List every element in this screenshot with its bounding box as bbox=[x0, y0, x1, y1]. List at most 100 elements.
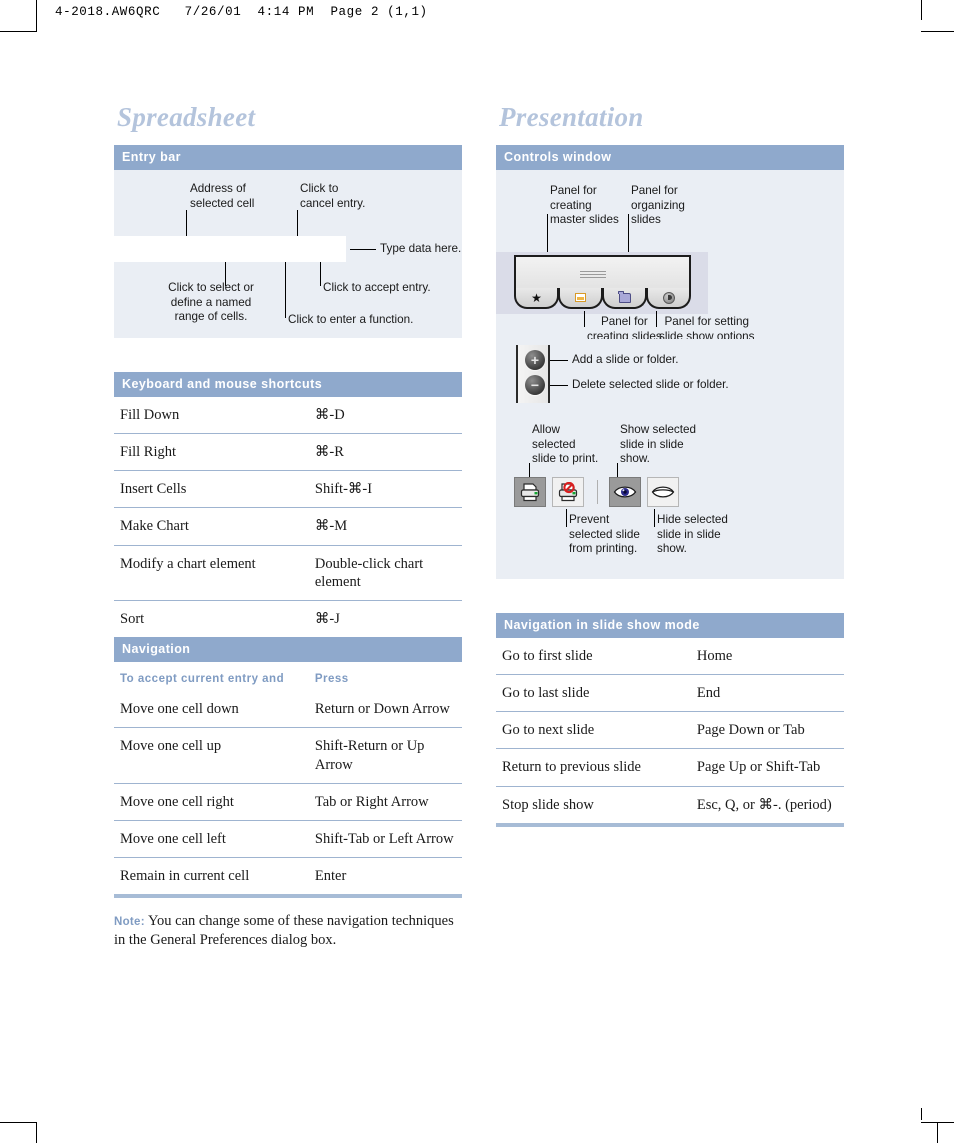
callout-delete-slide-or-folder: Delete selected slide or folder. bbox=[572, 378, 729, 391]
table-bottom-rule bbox=[496, 822, 844, 827]
right-column: Presentation Controls window Panel for c… bbox=[496, 104, 844, 827]
table-row: Move one cell left Shift-Tab or Left Arr… bbox=[114, 820, 462, 858]
shortcut-action: Sort bbox=[120, 610, 145, 627]
leader-cancel bbox=[297, 210, 298, 236]
controls-window-section: Controls window Panel for creating maste… bbox=[496, 145, 844, 579]
create-slides-tab[interactable] bbox=[558, 288, 603, 309]
navigation-section: Navigation To accept current entry and P… bbox=[114, 636, 462, 898]
navigation-table: To accept current entry and Press Move o… bbox=[114, 662, 462, 894]
print-slug: 4-2018.AW6QRC 7/26/01 4:14 PM Page 2 (1,… bbox=[55, 5, 428, 19]
slideshow-navigation-section: Navigation in slide show mode Go to firs… bbox=[496, 613, 844, 827]
slideshow-action: Stop slide show bbox=[502, 796, 594, 813]
show-slide-button[interactable] bbox=[609, 477, 641, 507]
column-header-action: To accept current entry and bbox=[120, 672, 285, 685]
entry-bar-section: Entry bar Address of selected cell Click… bbox=[114, 145, 462, 338]
printer-blocked-icon bbox=[558, 482, 578, 502]
slideshow-action: Go to last slide bbox=[496, 674, 691, 713]
keyboard-shortcuts-section: Keyboard and mouse shortcuts Fill Down ⌘… bbox=[114, 372, 462, 637]
shortcut-action: Insert Cells bbox=[114, 470, 309, 509]
callout-accept-entry: Click to accept entry. bbox=[323, 281, 431, 294]
note-label: Note: bbox=[114, 916, 145, 928]
table-row: Make Chart ⌘-M bbox=[114, 507, 462, 546]
nav-keys: Shift-Return or Up Arrow bbox=[308, 727, 462, 784]
leader-allow-print bbox=[529, 463, 530, 477]
resize-grip-icon bbox=[580, 271, 606, 278]
print-visibility-diagram: Allow selected slide to print. Show sele… bbox=[496, 413, 844, 579]
table-row: Return to previous slide Page Up or Shif… bbox=[496, 748, 844, 787]
leader-function bbox=[285, 262, 286, 318]
table-row: Go to next slide Page Down or Tab bbox=[496, 711, 844, 750]
table-row: Insert Cells Shift-⌘-I bbox=[114, 470, 462, 509]
organize-slides-tab[interactable] bbox=[602, 288, 647, 309]
page-title-presentation: Presentation bbox=[499, 102, 644, 132]
shortcut-keys: Double-click chart element bbox=[308, 545, 462, 601]
master-slides-tab[interactable]: ★ bbox=[514, 288, 559, 309]
shortcut-keys: ⌘-D bbox=[308, 397, 462, 435]
leader-add bbox=[550, 360, 568, 361]
table-row: Move one cell up Shift-Return or Up Arro… bbox=[114, 727, 462, 784]
shortcut-action: Fill Right bbox=[114, 433, 309, 472]
prevent-print-button[interactable] bbox=[552, 477, 584, 507]
eye-open-icon bbox=[613, 486, 637, 498]
table-row: Go to first slide Home bbox=[496, 638, 844, 676]
table-row: Sort ⌘-J bbox=[114, 600, 462, 637]
clock-icon bbox=[662, 291, 675, 304]
callout-add-slide-or-folder: Add a slide or folder. bbox=[572, 353, 679, 366]
shortcut-action: Fill Down bbox=[114, 397, 309, 435]
slideshow-keys: Page Up or Shift-Tab bbox=[690, 748, 844, 787]
navigation-header: Navigation bbox=[114, 636, 462, 662]
nav-action: Move one cell up bbox=[114, 727, 309, 784]
folder-icon bbox=[618, 290, 631, 303]
shortcut-action: Make Chart bbox=[114, 507, 309, 546]
slideshow-action: Return to previous slide bbox=[496, 748, 691, 787]
nav-keys: Shift-Tab or Left Arrow bbox=[308, 820, 462, 858]
table-row: Move one cell right Tab or Right Arrow bbox=[114, 783, 462, 821]
shortcut-keys: Shift-⌘-I bbox=[308, 470, 462, 509]
nav-action: Remain in current cell bbox=[120, 867, 250, 884]
hide-slide-button[interactable] bbox=[647, 477, 679, 507]
leader-show-slide bbox=[617, 463, 618, 477]
note-text: You can change some of these navigation … bbox=[114, 913, 454, 948]
nav-keys: Tab or Right Arrow bbox=[308, 783, 462, 821]
left-column: Spreadsheet Entry bar Address of selecte… bbox=[114, 104, 462, 964]
table-row: Fill Right ⌘-R bbox=[114, 433, 462, 472]
slide-icon bbox=[575, 293, 586, 302]
slideshow-keys: Page Down or Tab bbox=[690, 711, 844, 750]
leader-delete bbox=[550, 385, 568, 386]
note-block: Note: You can change some of these navig… bbox=[114, 912, 462, 950]
allow-print-button[interactable] bbox=[514, 477, 546, 507]
keyboard-shortcuts-table: Fill Down ⌘-D Fill Right ⌘-R Insert Cell… bbox=[114, 397, 462, 637]
controls-window-tabbar: ★ bbox=[514, 288, 691, 311]
delete-button[interactable]: − bbox=[525, 375, 545, 395]
slideshow-keys: Home bbox=[690, 638, 844, 676]
slide-list-button-strip: + − bbox=[516, 345, 550, 403]
leader-creating-slides bbox=[584, 311, 585, 327]
leader-accept bbox=[320, 262, 321, 286]
callout-show-selected-slide: Show selected slide in slide show. bbox=[620, 423, 697, 466]
shortcut-keys: ⌘-R bbox=[308, 433, 462, 472]
entry-bar-field[interactable] bbox=[114, 236, 346, 262]
minus-icon: − bbox=[530, 377, 540, 393]
keyboard-shortcuts-header: Keyboard and mouse shortcuts bbox=[114, 372, 462, 397]
table-header-row: To accept current entry and Press bbox=[114, 662, 462, 691]
table-row: Fill Down ⌘-D bbox=[114, 397, 462, 435]
add-delete-diagram: + − Add a slide or folder. Delete select… bbox=[496, 339, 844, 413]
slideshow-keys: End bbox=[690, 674, 844, 713]
shortcut-keys: ⌘-J bbox=[314, 610, 340, 627]
table-row: Modify a chart element Double-click char… bbox=[114, 545, 462, 601]
star-icon: ★ bbox=[531, 290, 542, 305]
nav-action: Move one cell left bbox=[114, 820, 309, 858]
table-row: Remain in current cell Enter bbox=[114, 857, 462, 894]
controls-window-header: Controls window bbox=[496, 145, 844, 170]
slideshow-navigation-table: Go to first slide Home Go to last slide … bbox=[496, 638, 844, 823]
slideshow-keys: Esc, Q, or ⌘-. (period) bbox=[696, 796, 832, 813]
page-title-spreadsheet: Spreadsheet bbox=[117, 102, 256, 132]
callout-hide-selected-slide: Hide selected slide in slide show. bbox=[657, 513, 728, 556]
shortcut-action: Modify a chart element bbox=[114, 545, 309, 601]
shortcut-keys: ⌘-M bbox=[308, 507, 462, 546]
callout-organizing-slides-panel: Panel for organizing slides bbox=[631, 184, 685, 227]
slide-show-options-tab[interactable] bbox=[646, 288, 691, 309]
add-button[interactable]: + bbox=[525, 350, 545, 370]
